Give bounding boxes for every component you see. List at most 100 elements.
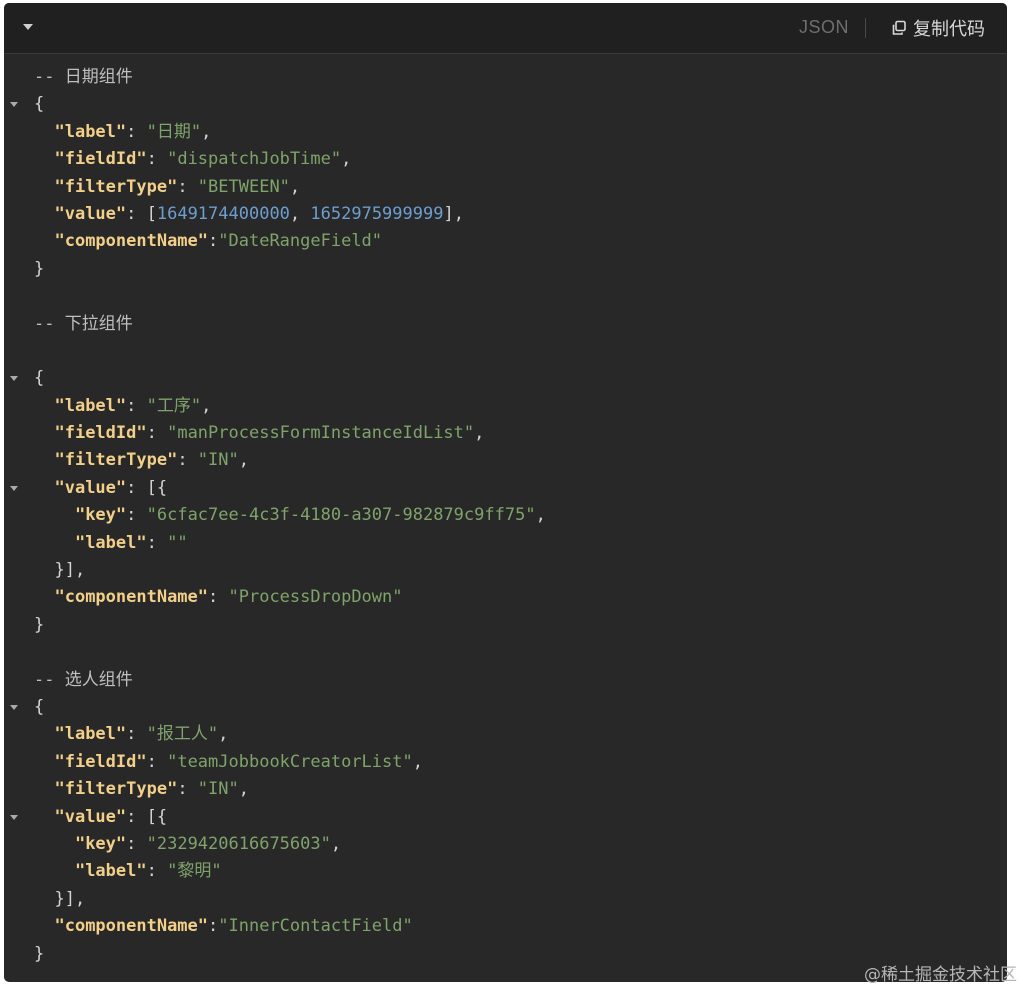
line-gutter: [10, 858, 24, 885]
json-string: "工序": [146, 395, 202, 416]
code-line: "componentName":"DateRangeField": [4, 228, 1007, 255]
json-string: "dispatchJobTime": [167, 149, 342, 170]
json-punctuation: [34, 149, 54, 169]
json-punctuation: }],: [34, 560, 86, 581]
code-comment: -- 选人组件: [34, 669, 133, 690]
json-punctuation: ,: [201, 121, 212, 142]
line-gutter: [10, 119, 24, 146]
code-text: "componentName":"DateRangeField": [34, 228, 382, 255]
line-gutter: [10, 393, 24, 420]
code-line: "value": [{: [4, 804, 1007, 831]
fold-toggle-icon[interactable]: [10, 485, 18, 491]
json-punctuation: [34, 177, 54, 197]
json-key: "label": [54, 724, 127, 745]
json-key: "key": [74, 505, 127, 526]
json-punctuation: [34, 396, 54, 416]
code-line: }],: [4, 886, 1007, 913]
code-text: "fieldId": "dispatchJobTime",: [34, 146, 351, 173]
json-key: "componentName": [54, 916, 209, 937]
copy-code-button[interactable]: 复制代码: [891, 16, 985, 40]
json-punctuation: ],: [443, 203, 464, 224]
json-punctuation: [34, 450, 54, 470]
code-line: -- 选人组件: [4, 667, 1007, 694]
code-text: }: [34, 612, 44, 639]
collapse-caret-icon[interactable]: [23, 24, 33, 30]
json-key: "fieldId": [54, 149, 147, 170]
json-punctuation: :: [177, 450, 198, 471]
code-text: "key": "6cfac7ee-4c3f-4180-a307-982879c9…: [34, 502, 546, 529]
code-text: }],: [34, 886, 85, 913]
code-line: {: [4, 694, 1007, 721]
code-line: "fieldId": "teamJobbookCreatorList",: [4, 749, 1007, 776]
code-line: [4, 283, 1007, 310]
code-line: }: [4, 941, 1007, 968]
code-line: "label": "报工人",: [4, 721, 1007, 748]
line-gutter: [10, 584, 24, 611]
json-key: "label": [74, 861, 147, 882]
json-number: 1649174400000: [156, 203, 290, 224]
fold-toggle-icon[interactable]: [10, 814, 18, 820]
json-punctuation: }: [34, 614, 45, 635]
json-punctuation: : [{: [126, 477, 168, 498]
code-text: "componentName": "ProcessDropDown": [34, 584, 402, 611]
json-punctuation: [34, 807, 54, 827]
json-punctuation: ,: [412, 751, 423, 772]
code-text: "componentName":"InnerContactField": [34, 913, 413, 940]
code-line: [4, 639, 1007, 666]
code-text: "key": "2329420616675603",: [34, 831, 341, 858]
json-key: "filterType": [54, 176, 178, 197]
json-key: "fieldId": [54, 751, 147, 772]
json-punctuation: [34, 533, 75, 553]
line-gutter: [10, 420, 24, 447]
fold-toggle-icon[interactable]: [10, 102, 18, 108]
code-line: }: [4, 612, 1007, 639]
json-punctuation: :: [146, 532, 168, 553]
fold-toggle-icon[interactable]: [10, 704, 18, 710]
json-punctuation: [34, 587, 54, 607]
code-line: "label": "黎明": [4, 858, 1007, 885]
code-text: }: [34, 256, 44, 283]
json-punctuation: :: [146, 423, 168, 444]
code-text: "label": "黎明": [34, 858, 222, 885]
code-text: "value": [{: [34, 804, 167, 831]
json-key: "value": [54, 477, 127, 498]
code-text: -- 下拉组件: [34, 311, 133, 338]
line-gutter: [10, 91, 24, 118]
json-string: "InnerContactField": [218, 916, 413, 937]
line-gutter: [10, 749, 24, 776]
code-text: "fieldId": "manProcessFormInstanceIdList…: [34, 420, 484, 447]
code-line: "label": "": [4, 530, 1007, 557]
code-content: -- 日期组件 { "label": "日期", "fieldId": "disp…: [4, 64, 1007, 968]
copy-icon: [892, 20, 906, 35]
json-punctuation: :: [146, 861, 168, 882]
line-gutter: [10, 941, 24, 968]
code-text: }: [34, 941, 44, 968]
fold-toggle-icon[interactable]: [10, 376, 18, 382]
line-gutter: [10, 64, 24, 91]
json-punctuation: :: [177, 176, 198, 197]
json-punctuation: :: [208, 587, 229, 608]
code-text: -- 选人组件: [34, 667, 133, 694]
json-punctuation: [34, 423, 54, 443]
line-gutter: [10, 694, 24, 721]
line-gutter: [10, 721, 24, 748]
watermark: @稀土掘金技术社区: [864, 965, 1017, 985]
json-punctuation: [34, 122, 54, 142]
line-gutter: [10, 639, 24, 666]
json-punctuation: :: [126, 833, 147, 854]
line-gutter: [10, 146, 24, 173]
code-comment: -- 日期组件: [34, 67, 133, 87]
json-punctuation: : [: [126, 203, 157, 224]
code-line: {: [4, 365, 1007, 392]
json-string: "manProcessFormInstanceIdList": [167, 423, 475, 444]
json-punctuation: :: [126, 724, 147, 745]
line-gutter: [10, 447, 24, 474]
json-key: "value": [54, 806, 127, 827]
json-punctuation: ,: [238, 450, 249, 471]
json-key: "componentName": [54, 587, 209, 608]
json-punctuation: ,: [201, 395, 212, 416]
code-line: "label": "工序",: [4, 393, 1007, 420]
json-number: 1652975999999: [310, 203, 444, 224]
json-punctuation: :: [126, 121, 147, 142]
json-punctuation: [34, 204, 54, 224]
